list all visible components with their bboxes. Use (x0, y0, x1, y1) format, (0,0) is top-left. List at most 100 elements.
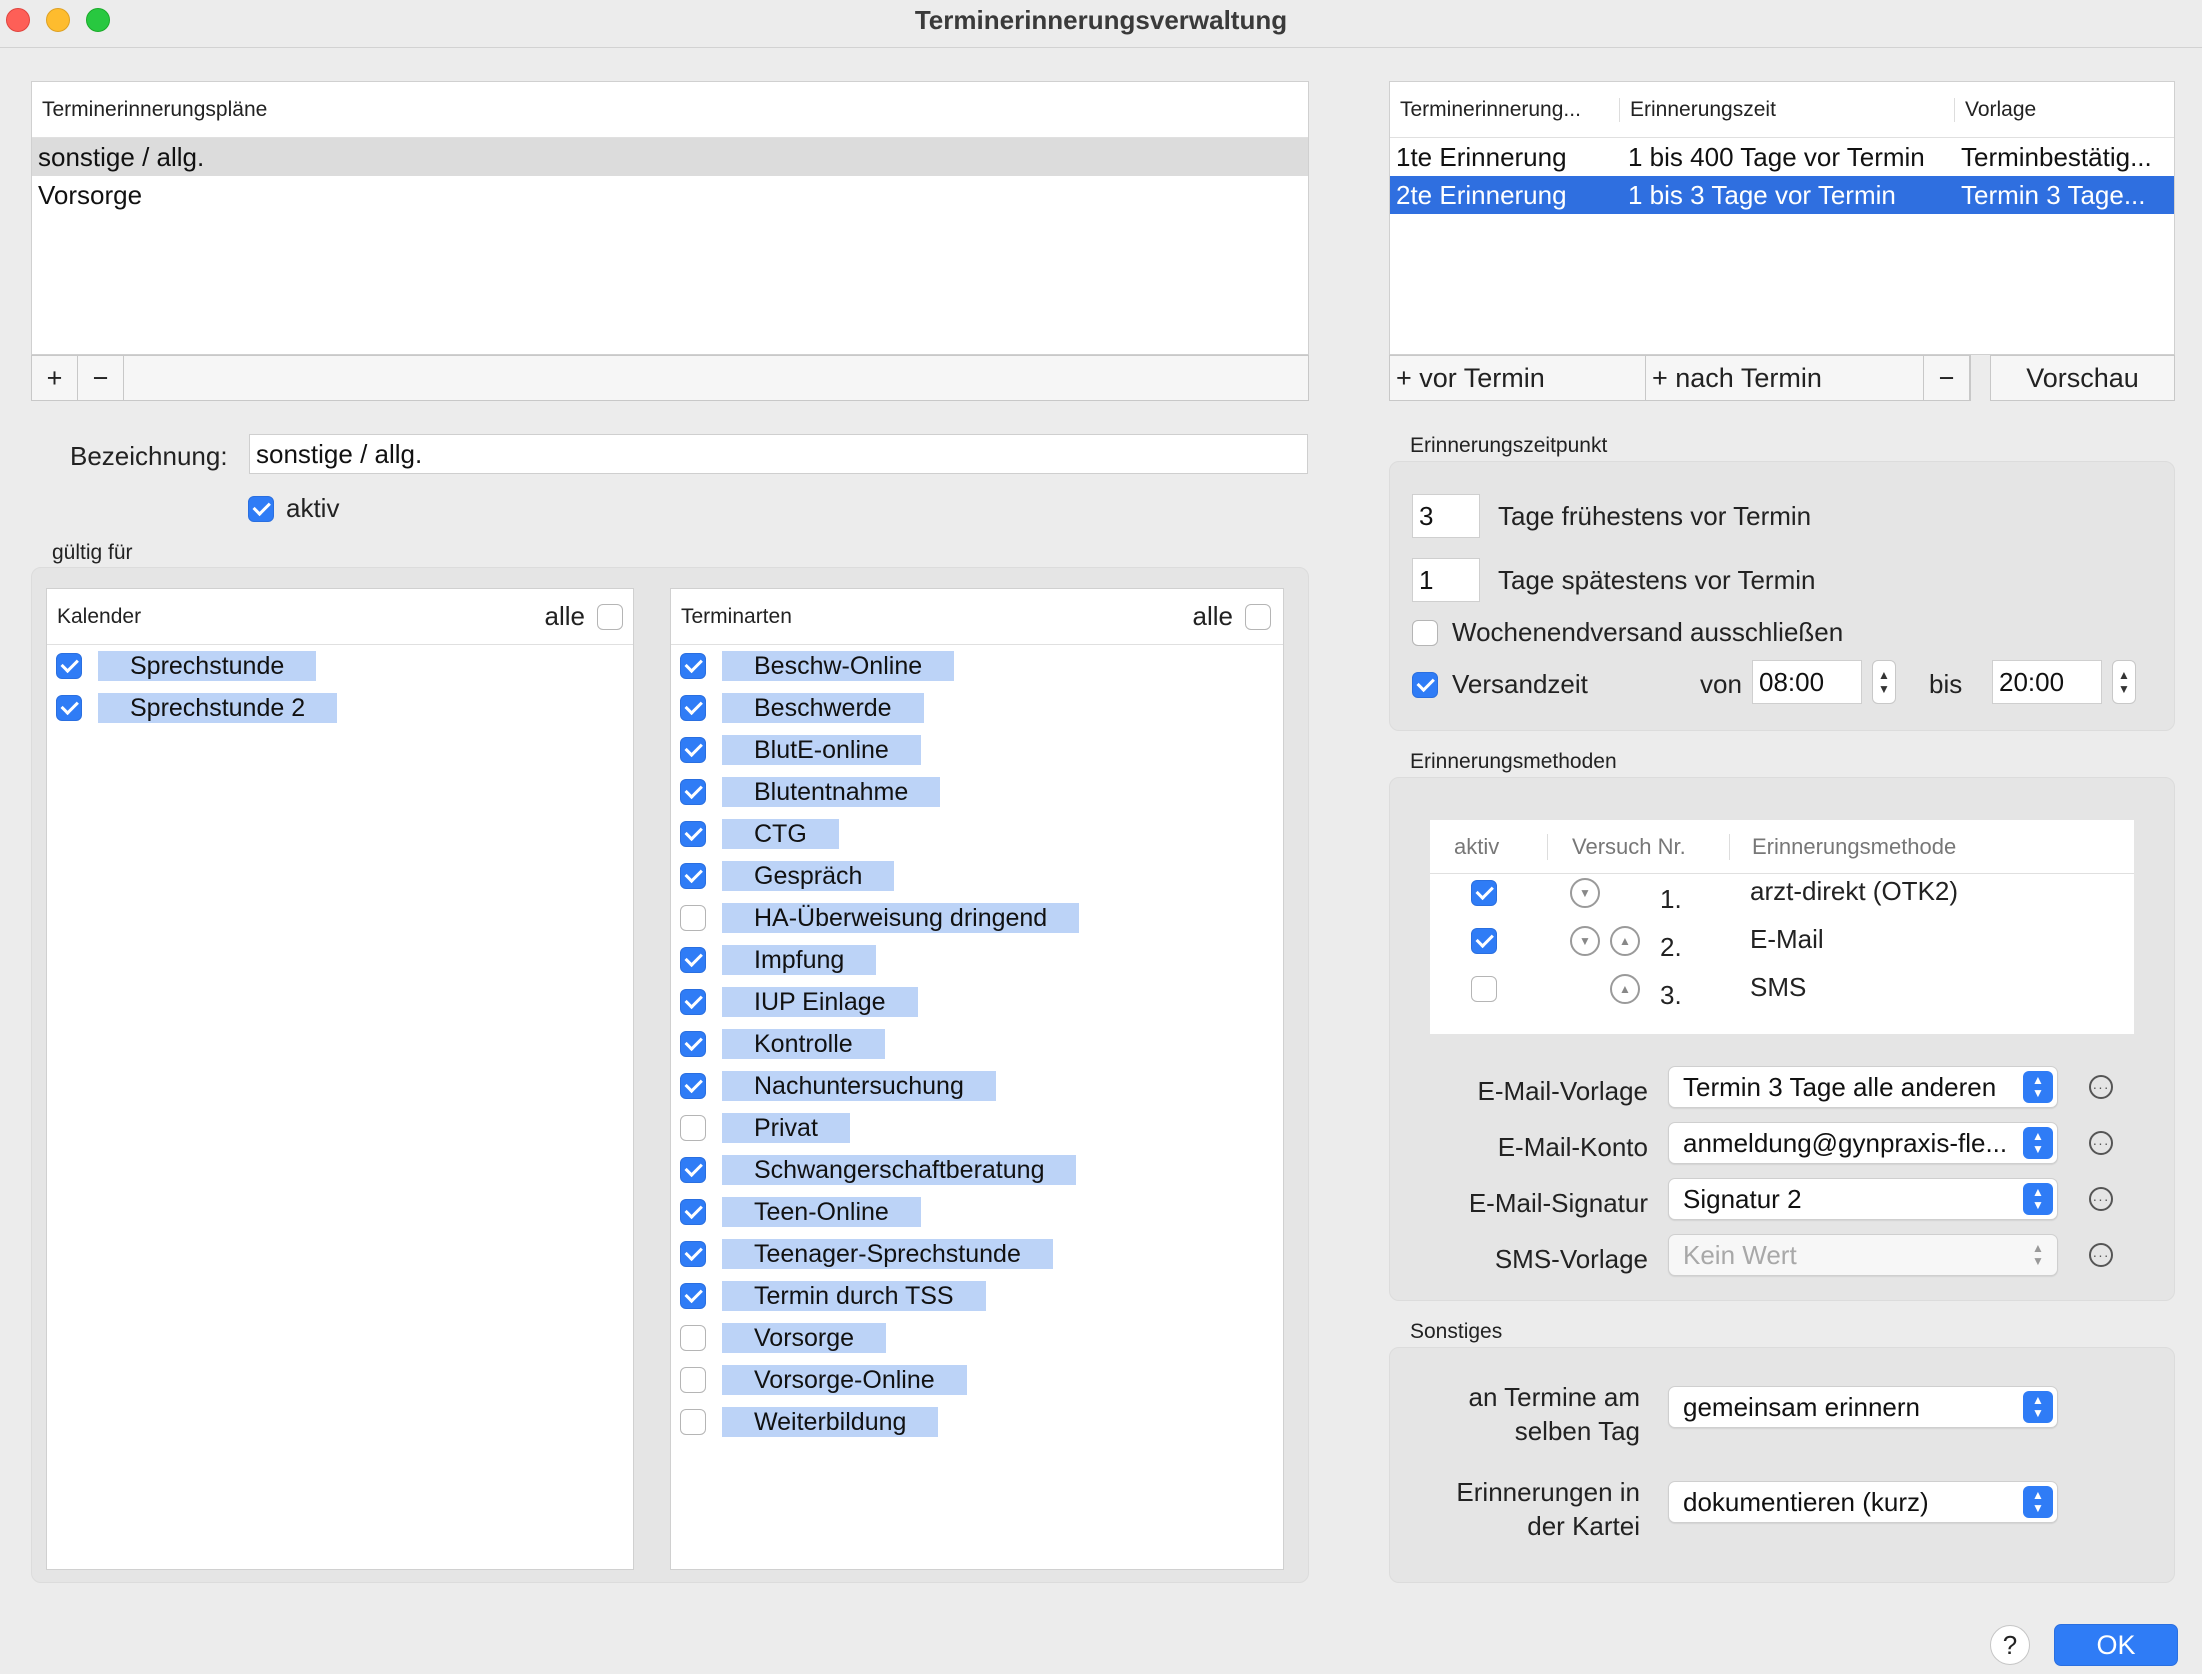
sendtime-checkbox[interactable] (1412, 671, 1438, 698)
email-template-popup[interactable]: Termin 3 Tage alle anderen ▲ ▼ (1668, 1066, 2058, 1108)
column-header-active[interactable]: aktiv (1430, 833, 1548, 860)
type-checkbox[interactable] (680, 1325, 706, 1351)
type-item[interactable]: Vorsorge (680, 1323, 887, 1353)
type-item[interactable]: Vorsorge-Online (680, 1365, 967, 1395)
type-checkbox[interactable] (680, 821, 706, 847)
type-checkbox[interactable] (680, 653, 706, 679)
type-checkbox[interactable] (680, 1073, 706, 1099)
type-checkbox[interactable] (680, 863, 706, 889)
types-all-checkbox[interactable] (1245, 603, 1271, 630)
add-after-button[interactable]: + nach Termin (1646, 356, 1924, 400)
to-time-input[interactable]: 20:00 (1992, 660, 2102, 704)
sms-template-popup[interactable]: Kein Wert ▲ ▼ (1668, 1234, 2058, 1276)
type-label: Nachuntersuchung (722, 1071, 996, 1101)
type-checkbox[interactable] (680, 905, 706, 931)
method-active-checkbox[interactable] (1471, 880, 1497, 906)
type-item[interactable]: BlutE-online (680, 735, 921, 765)
type-item[interactable]: Impfung (680, 945, 877, 975)
active-checkbox[interactable] (248, 495, 274, 522)
help-button[interactable]: ? (1990, 1625, 2030, 1665)
type-checkbox[interactable] (680, 695, 706, 721)
calendar-checkbox[interactable] (56, 695, 82, 721)
earliest-days-input[interactable]: 3 (1412, 494, 1480, 538)
email-template-more-icon[interactable]: ··· (2089, 1075, 2113, 1099)
remove-plan-button[interactable]: − (78, 356, 124, 400)
method-active-checkbox[interactable] (1471, 976, 1497, 1002)
active-checkbox-row[interactable]: aktiv (248, 493, 339, 524)
type-checkbox[interactable] (680, 989, 706, 1015)
type-item[interactable]: Beschw-Online (680, 651, 955, 681)
type-item[interactable]: Nachuntersuchung (680, 1071, 996, 1101)
sms-template-more-icon[interactable]: ··· (2089, 1243, 2113, 1267)
type-label: Schwangerschaftberatung (722, 1155, 1077, 1185)
type-item[interactable]: Weiterbildung (680, 1407, 939, 1437)
move-down-icon[interactable]: ▼ (1570, 926, 1600, 956)
from-time-stepper[interactable]: ▲ ▼ (1872, 660, 1896, 704)
type-label: Gespräch (722, 861, 895, 891)
column-header-attempt[interactable]: Versuch Nr. (1548, 833, 1730, 860)
method-active-checkbox[interactable] (1471, 928, 1497, 954)
type-checkbox[interactable] (680, 779, 706, 805)
earliest-days-label: Tage frühestens vor Termin (1498, 501, 1812, 531)
email-signature-more-icon[interactable]: ··· (2089, 1187, 2113, 1211)
latest-days-label: Tage spätestens vor Termin (1498, 565, 1816, 595)
name-input[interactable]: sonstige / allg. (249, 434, 1308, 474)
plan-row-selected[interactable]: sonstige / allg. (32, 138, 1308, 176)
type-item[interactable]: Teenager-Sprechstunde (680, 1239, 1053, 1269)
from-time-input[interactable]: 08:00 (1752, 660, 1862, 704)
type-checkbox[interactable] (680, 1115, 706, 1141)
type-checkbox[interactable] (680, 1199, 706, 1225)
to-label: bis (1929, 669, 1963, 699)
type-checkbox[interactable] (680, 1157, 706, 1183)
attempt-number: 3. (1660, 980, 1682, 1010)
column-header-template[interactable]: Vorlage (1955, 98, 2036, 122)
move-down-icon[interactable]: ▼ (1570, 878, 1600, 908)
reminder-row-selected[interactable]: 2te Erinnerung 1 bis 3 Tage vor Termin T… (1390, 176, 2174, 214)
type-checkbox[interactable] (680, 1367, 706, 1393)
email-signature-popup[interactable]: Signatur 2 ▲ ▼ (1668, 1178, 2058, 1220)
file-popup[interactable]: dokumentieren (kurz) ▲ ▼ (1668, 1481, 2058, 1523)
column-header-time[interactable]: Erinnerungszeit (1620, 97, 1955, 122)
remove-reminder-button[interactable]: − (1924, 356, 1970, 400)
type-item[interactable]: Teen-Online (680, 1197, 921, 1227)
email-account-popup[interactable]: anmeldung@gynpraxis-fle... ▲ ▼ (1668, 1122, 2058, 1164)
type-item[interactable]: Kontrolle (680, 1029, 885, 1059)
type-checkbox[interactable] (680, 1031, 706, 1057)
type-item[interactable]: Schwangerschaftberatung (680, 1155, 1077, 1185)
ok-button[interactable]: OK (2054, 1624, 2178, 1666)
same-day-popup[interactable]: gemeinsam erinnern ▲ ▼ (1668, 1386, 2058, 1428)
add-before-button[interactable]: + vor Termin (1390, 356, 1646, 400)
column-header-method[interactable]: Erinnerungsmethode (1730, 834, 1956, 860)
type-checkbox[interactable] (680, 1241, 706, 1267)
latest-days-input[interactable]: 1 (1412, 558, 1480, 602)
calendar-item[interactable]: Sprechstunde 2 (56, 693, 338, 723)
type-item[interactable]: Blutentnahme (680, 777, 941, 807)
type-checkbox[interactable] (680, 1409, 706, 1435)
type-item[interactable]: Beschwerde (680, 693, 924, 723)
calendar-item[interactable]: Sprechstunde (56, 651, 317, 681)
weekend-checkbox[interactable] (1412, 619, 1438, 646)
type-checkbox[interactable] (680, 947, 706, 973)
email-account-more-icon[interactable]: ··· (2089, 1131, 2113, 1155)
add-plan-button[interactable]: + (32, 356, 78, 400)
plan-row[interactable]: Vorsorge (32, 176, 1308, 214)
weekend-row[interactable]: Wochenendversand ausschließen (1412, 617, 1843, 648)
column-header-reminder[interactable]: Terminerinnerung... (1390, 97, 1620, 122)
preview-button[interactable]: Vorschau (1990, 355, 2175, 401)
to-time-stepper[interactable]: ▲ ▼ (2112, 660, 2136, 704)
type-item[interactable]: IUP Einlage (680, 987, 918, 1017)
move-up-icon[interactable]: ▲ (1610, 926, 1640, 956)
calendar-all-checkbox[interactable] (597, 603, 623, 630)
type-item[interactable]: Termin durch TSS (680, 1281, 986, 1311)
type-item[interactable]: Privat (680, 1113, 850, 1143)
move-up-icon[interactable]: ▲ (1610, 974, 1640, 1004)
reminder-row[interactable]: 1te Erinnerung 1 bis 400 Tage vor Termin… (1390, 138, 2174, 176)
calendar-checkbox[interactable] (56, 653, 82, 679)
type-item[interactable]: CTG (680, 819, 839, 849)
sendtime-row[interactable]: Versandzeit (1412, 669, 1588, 700)
type-label: Impfung (722, 945, 877, 975)
type-item[interactable]: HA-Überweisung dringend (680, 903, 1080, 933)
type-checkbox[interactable] (680, 737, 706, 763)
type-checkbox[interactable] (680, 1283, 706, 1309)
type-item[interactable]: Gespräch (680, 861, 895, 891)
